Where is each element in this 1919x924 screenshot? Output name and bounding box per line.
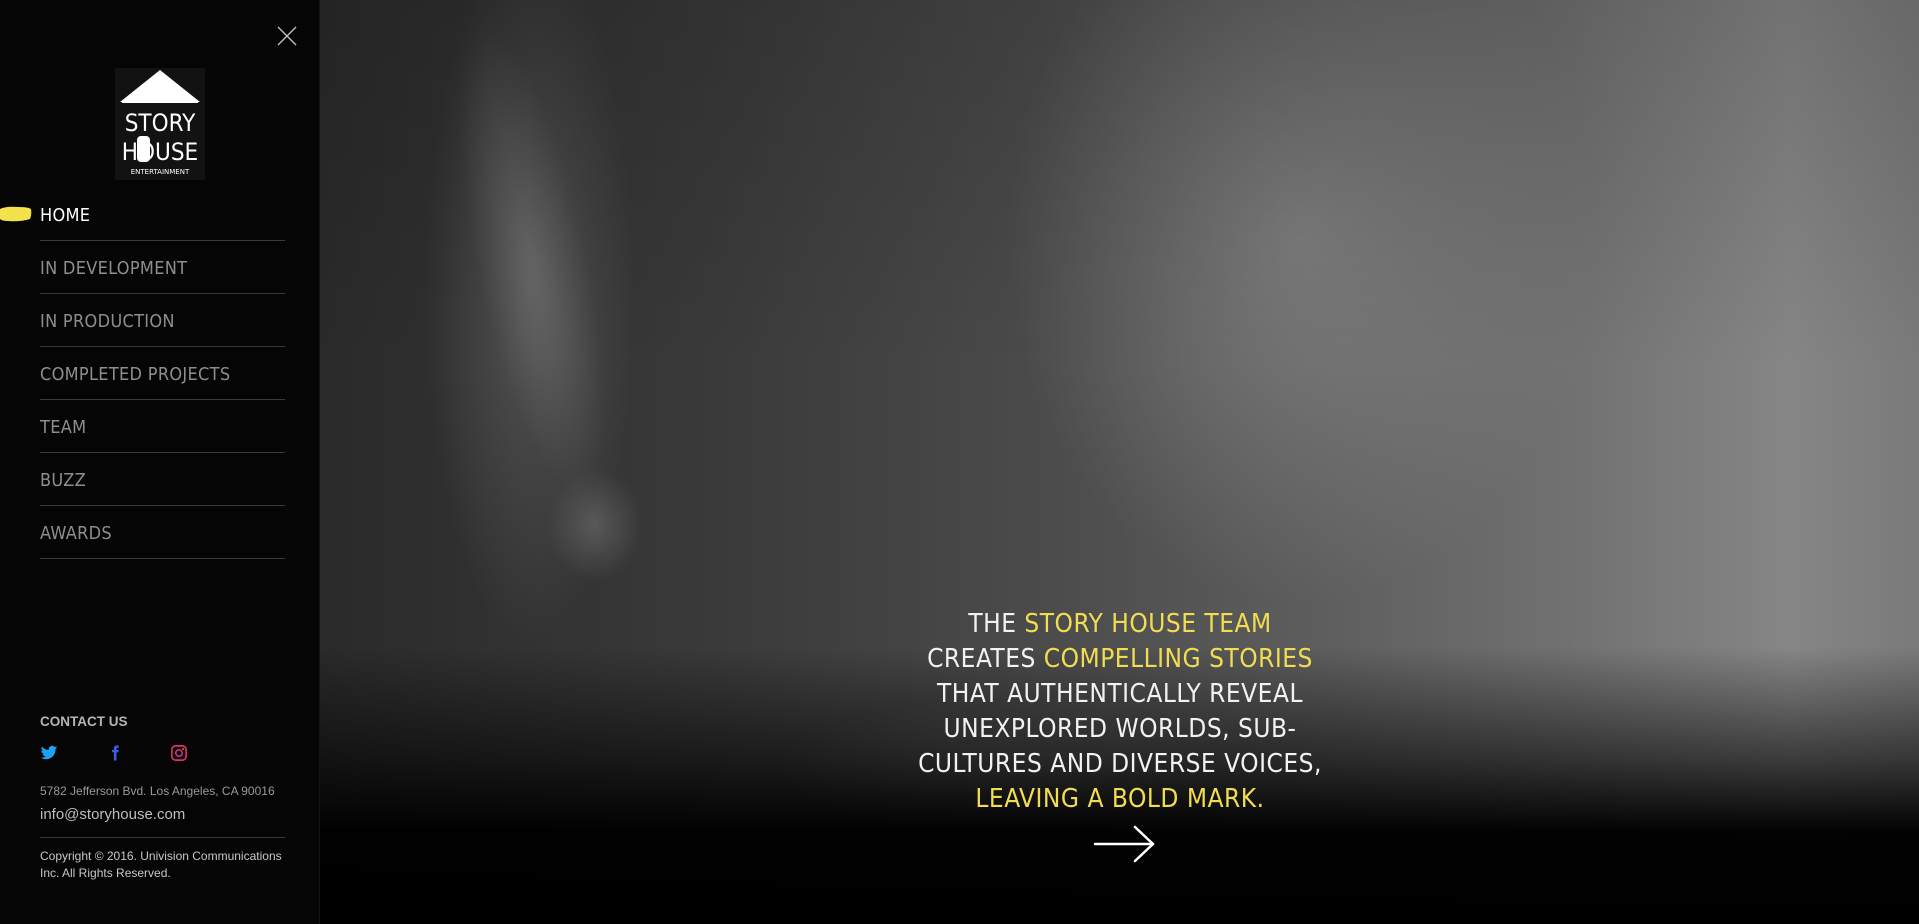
- footer-divider: [40, 837, 285, 838]
- nav-item-completed-projects[interactable]: Completed Projects: [40, 347, 285, 400]
- email-link[interactable]: info@storyhouse.com: [40, 806, 185, 823]
- tagline-highlight: compelling stories: [1043, 644, 1313, 674]
- nav-item-awards[interactable]: Awards: [40, 506, 285, 559]
- logo-line-house: HOUSE: [122, 138, 198, 166]
- nav-item-in-development[interactable]: In Development: [40, 241, 285, 294]
- nav-item-label: Team: [40, 417, 87, 438]
- nav-item-label: Buzz: [40, 470, 87, 491]
- active-nav-marker: [0, 206, 32, 222]
- facebook-icon[interactable]: [106, 744, 124, 762]
- tagline-text: creates: [927, 644, 1044, 674]
- nav-item-label: In Production: [40, 311, 175, 332]
- nav-item-label: Home: [40, 205, 91, 226]
- logo-line-story: STORY: [125, 109, 196, 137]
- arrow-right-icon[interactable]: [1093, 824, 1157, 864]
- instagram-icon[interactable]: [170, 744, 188, 762]
- nav-item-team[interactable]: Team: [40, 400, 285, 453]
- tagline-highlight: Story House Team: [1024, 609, 1272, 639]
- contact-heading: CONTACT US: [40, 714, 128, 729]
- copyright-text: Copyright © 2016. Univision Communicatio…: [40, 849, 282, 880]
- address-text: 5782 Jefferson Bvd. Los Angeles, CA 9001…: [40, 784, 275, 798]
- nav-item-label: Completed Projects: [40, 364, 231, 385]
- nav-item-label: In Development: [40, 258, 188, 279]
- tagline-text: that authentically reveal unexplored wor…: [918, 679, 1322, 779]
- nav-item-buzz[interactable]: Buzz: [40, 453, 285, 506]
- close-icon[interactable]: [276, 25, 298, 47]
- logo[interactable]: STORY HOUSE ENTERTAINMENT: [115, 68, 205, 180]
- main-nav: Home In Development In Production Comple…: [40, 188, 285, 559]
- hero-tagline: The Story House Team creates compelling …: [915, 607, 1325, 817]
- logo-line-entertainment: ENTERTAINMENT: [131, 168, 190, 176]
- tagline-text: The: [968, 609, 1025, 639]
- nav-item-label: Awards: [40, 523, 112, 544]
- page: The Story House Team creates compelling …: [0, 0, 1919, 924]
- twitter-icon[interactable]: [40, 744, 58, 762]
- sidebar: STORY HOUSE ENTERTAINMENT Home In Develo…: [0, 0, 320, 924]
- nav-item-in-production[interactable]: In Production: [40, 294, 285, 347]
- tagline-highlight: leaving a bold mark.: [975, 784, 1265, 814]
- nav-item-home[interactable]: Home: [40, 188, 285, 241]
